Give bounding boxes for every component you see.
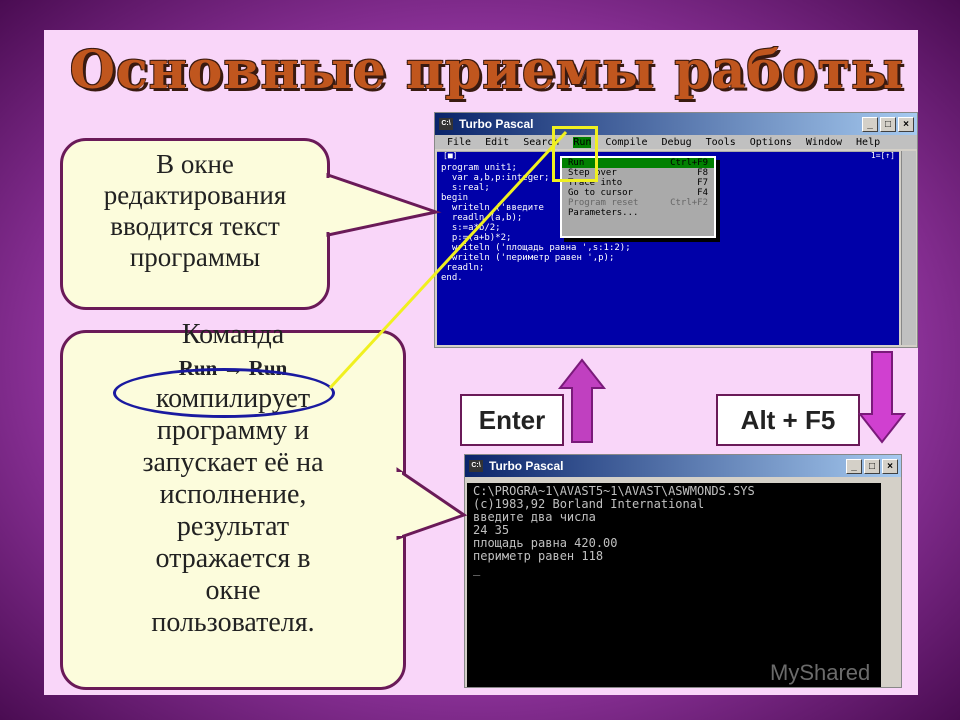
callout-tail — [396, 467, 468, 541]
arrow-down-icon — [857, 351, 907, 444]
callout-tail-join — [394, 472, 402, 536]
callout-tail — [326, 172, 442, 237]
callout-tail-join — [324, 178, 332, 232]
connector-line — [328, 130, 568, 390]
arrow-up-icon — [557, 358, 607, 443]
annotation-overlay — [324, 130, 907, 541]
